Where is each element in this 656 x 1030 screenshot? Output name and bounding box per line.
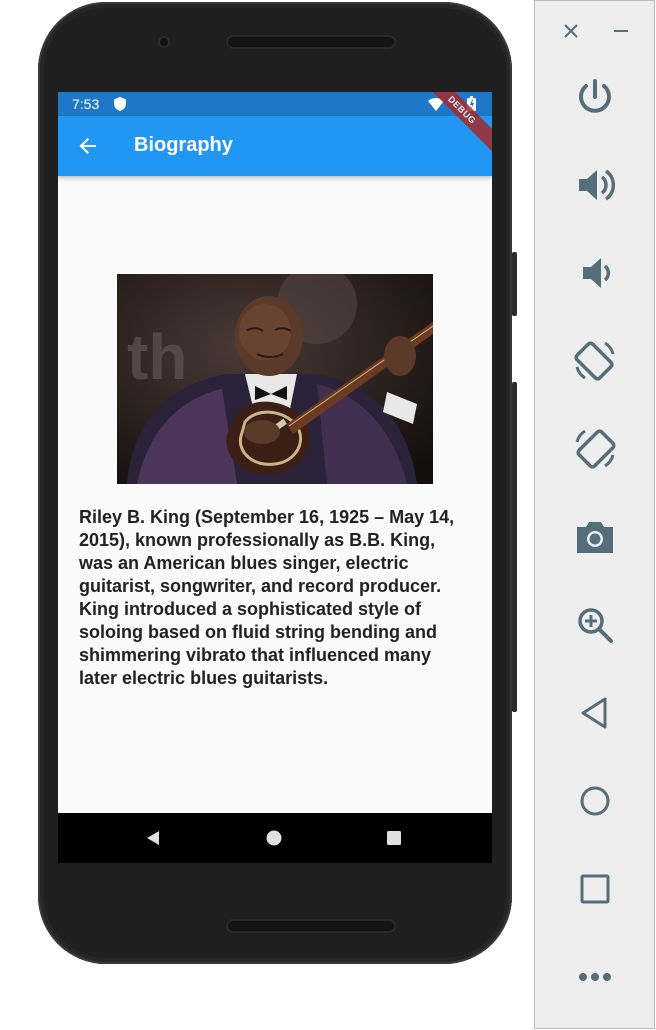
more-button[interactable]	[571, 953, 619, 1001]
rotate-right-icon	[575, 429, 616, 469]
volume-down-button[interactable]	[571, 249, 619, 297]
zoom-icon	[578, 608, 613, 643]
volume-down-icon	[583, 258, 611, 288]
svg-text:th: th	[127, 321, 187, 393]
biography-text: Riley B. King (September 16, 1925 – May …	[79, 507, 455, 688]
close-icon[interactable]	[561, 21, 581, 41]
rotate-left-icon	[574, 341, 615, 381]
status-bar: 7:53	[58, 92, 492, 116]
emulator-toolbar	[534, 0, 655, 1029]
nav-back-icon[interactable]	[145, 830, 161, 846]
front-camera	[158, 36, 170, 48]
screenshot-button[interactable]	[571, 513, 619, 561]
nav-home-icon[interactable]	[266, 830, 282, 846]
volume-up-button[interactable]	[571, 161, 619, 209]
power-icon	[579, 79, 611, 113]
back-icon	[581, 697, 607, 729]
phone-power-key	[512, 252, 517, 316]
minimize-icon[interactable]	[611, 21, 631, 41]
shield-icon	[114, 97, 126, 111]
page-title: Biography	[134, 134, 233, 156]
overview-button[interactable]	[571, 865, 619, 913]
device-screen: 7:53 Biography DEBUG th Riley B. King (S…	[58, 92, 492, 863]
nav-recents-icon[interactable]	[386, 830, 402, 846]
rotate-right-button[interactable]	[571, 425, 619, 473]
rotate-left-button[interactable]	[571, 337, 619, 385]
status-time: 7:53	[72, 96, 100, 112]
bb-king-photo: th	[117, 274, 433, 484]
phone-volume-key	[512, 382, 517, 712]
navigation-bar	[58, 813, 492, 863]
overview-icon	[580, 874, 610, 904]
power-button[interactable]	[571, 73, 619, 121]
bottom-speaker-grille	[226, 919, 396, 933]
home-button[interactable]	[571, 777, 619, 825]
home-icon	[580, 786, 610, 816]
volume-up-icon	[579, 169, 616, 201]
back-arrow-icon[interactable]	[74, 132, 102, 160]
app-bar: Biography	[58, 116, 492, 176]
camera-icon	[577, 522, 613, 553]
top-speaker-grille	[226, 35, 396, 49]
zoom-button[interactable]	[571, 601, 619, 649]
back-button[interactable]	[571, 689, 619, 737]
more-icon	[579, 973, 611, 981]
